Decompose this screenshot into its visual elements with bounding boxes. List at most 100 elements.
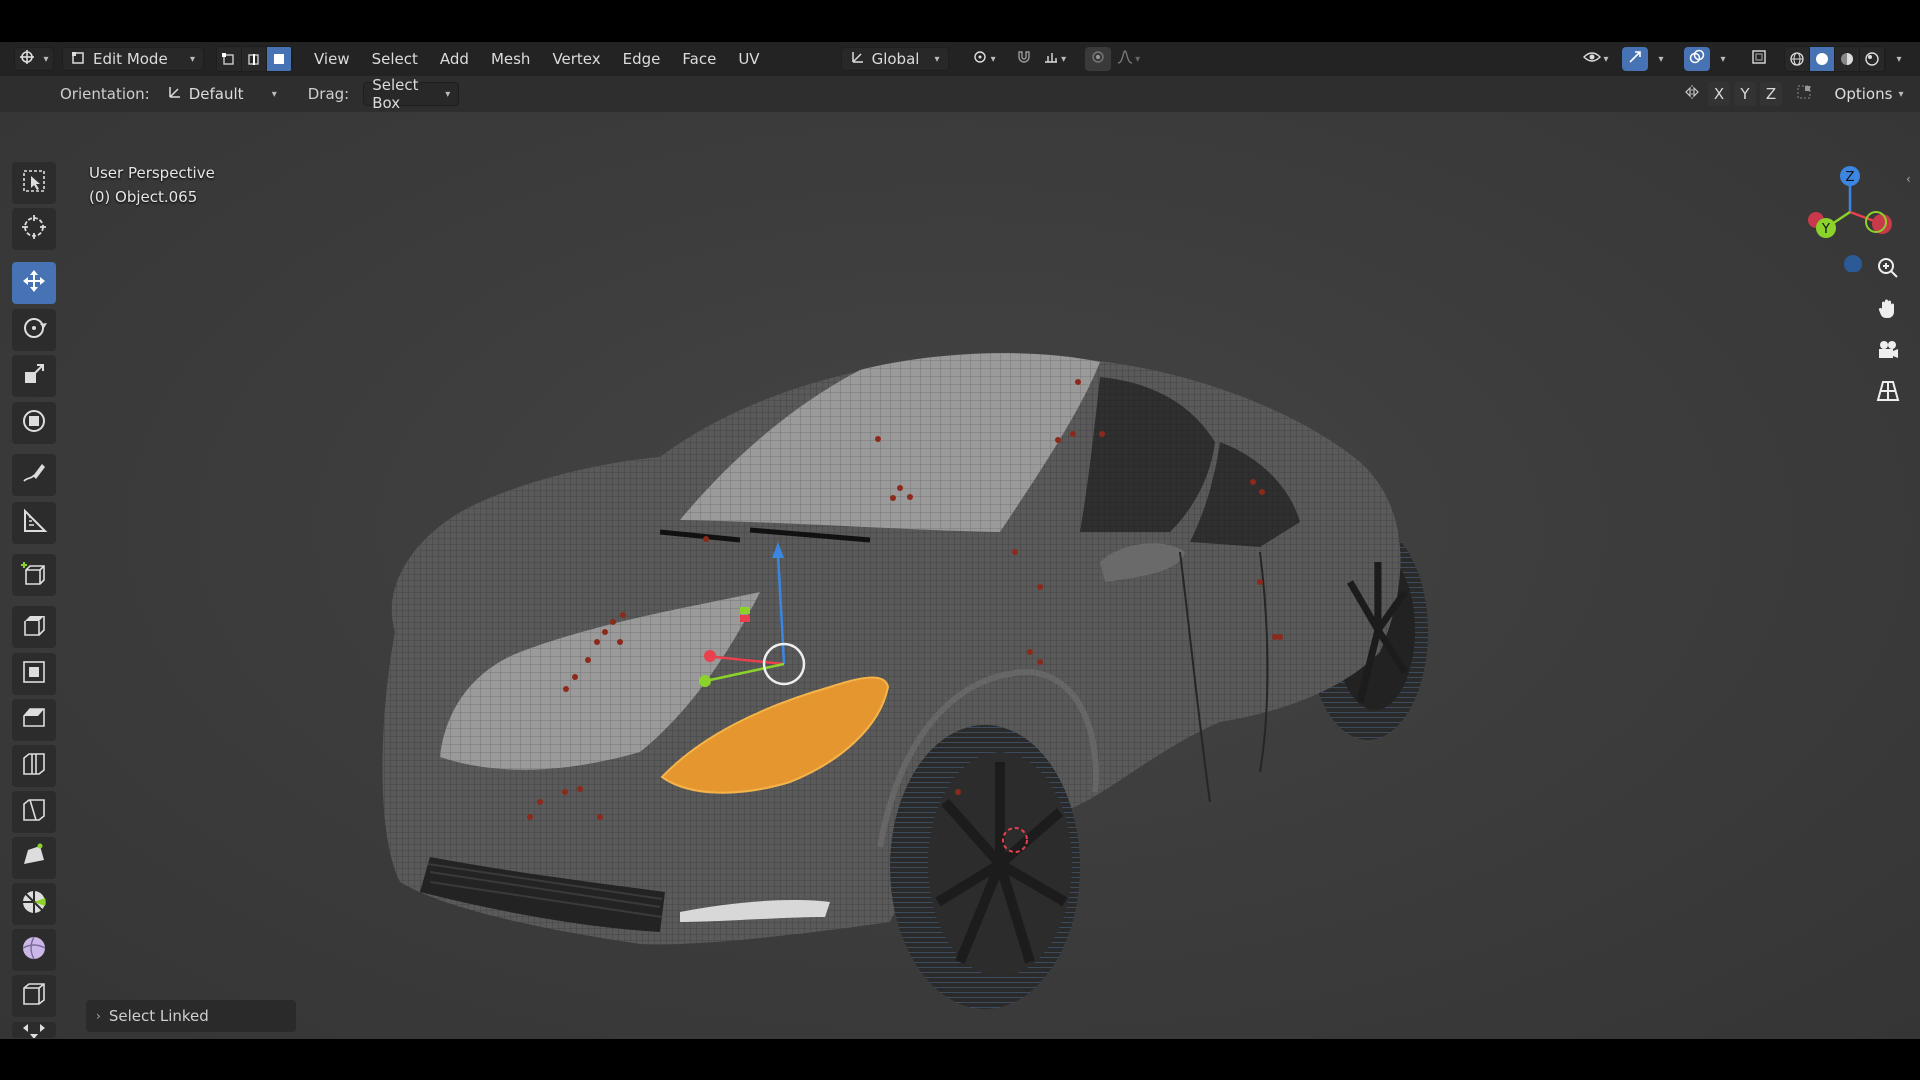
spin-icon bbox=[20, 888, 48, 920]
extrude-icon bbox=[20, 611, 48, 643]
gizmo-toggle[interactable] bbox=[1622, 47, 1648, 71]
camera-view-button[interactable] bbox=[1870, 334, 1906, 370]
edit-mode-icon bbox=[71, 49, 87, 69]
snap-target-dropdown[interactable]: ▾ bbox=[1037, 46, 1073, 72]
chevron-down-icon: ▾ bbox=[990, 53, 996, 65]
tool-knife[interactable] bbox=[12, 791, 56, 833]
edge-slide-icon bbox=[20, 980, 48, 1012]
sidebar-toggle-icon[interactable]: ‹ bbox=[1906, 172, 1911, 186]
solid-shading-icon[interactable] bbox=[1810, 47, 1835, 71]
mode-dropdown[interactable]: Edit Mode ▾ bbox=[62, 47, 204, 71]
options-dropdown[interactable]: Options ▾ bbox=[1828, 82, 1910, 106]
overlay-dropdown[interactable]: ▾ bbox=[1714, 46, 1732, 72]
move-icon bbox=[20, 267, 48, 299]
3d-viewport[interactable]: User Perspective (0) Object.065 Z Y ‹ bbox=[0, 112, 1920, 1039]
mirror-icon bbox=[1684, 84, 1700, 104]
mirror-y-toggle[interactable]: Y bbox=[1734, 82, 1756, 106]
material-shading-icon[interactable] bbox=[1835, 47, 1860, 71]
tool-poly-build[interactable] bbox=[12, 837, 56, 879]
mirror-x-toggle[interactable]: X bbox=[1708, 82, 1730, 106]
zoom-button[interactable] bbox=[1870, 252, 1906, 288]
poly-build-icon bbox=[20, 842, 48, 874]
gizmo-icon bbox=[1627, 49, 1643, 69]
chevron-down-icon: ▾ bbox=[1898, 88, 1904, 100]
orientation-dropdown[interactable]: Default ▾ bbox=[157, 82, 286, 106]
rendered-shading-icon[interactable] bbox=[1860, 47, 1885, 71]
falloff-dropdown[interactable]: ▾ bbox=[1111, 46, 1147, 72]
menu-view[interactable]: View bbox=[303, 45, 361, 73]
transform-orientation-label: Global bbox=[871, 50, 920, 68]
tool-spin[interactable] bbox=[12, 883, 56, 925]
visibility-icon bbox=[1583, 50, 1602, 68]
face-select-icon[interactable] bbox=[267, 47, 292, 71]
tool-inset[interactable] bbox=[12, 653, 56, 695]
header-right-group: ▾ ▾ ▾ ▾ bbox=[1578, 46, 1908, 72]
menu-mesh[interactable]: Mesh bbox=[480, 45, 542, 73]
orientation-axes-icon bbox=[167, 84, 183, 104]
pan-hand-icon bbox=[1876, 297, 1900, 325]
rotate-icon bbox=[20, 314, 48, 346]
edge-select-icon[interactable] bbox=[242, 47, 267, 71]
tool-move[interactable] bbox=[12, 262, 56, 304]
tool-rotate[interactable] bbox=[12, 309, 56, 351]
topology-mirror-icon bbox=[1796, 84, 1812, 104]
pan-button[interactable] bbox=[1870, 293, 1906, 329]
vertex-select-icon[interactable] bbox=[217, 47, 242, 71]
tool-select-box[interactable] bbox=[12, 162, 56, 204]
orientation-axes-icon bbox=[850, 49, 866, 69]
tool-extrude[interactable] bbox=[12, 606, 56, 648]
shading-mode-group bbox=[1784, 46, 1886, 72]
menu-select[interactable]: Select bbox=[361, 45, 429, 73]
overlay-toggle[interactable] bbox=[1684, 47, 1710, 71]
pivot-point-dropdown[interactable]: ▾ bbox=[965, 46, 1003, 72]
gizmo-dropdown[interactable]: ▾ bbox=[1652, 46, 1670, 72]
drag-dropdown[interactable]: Select Box ▾ bbox=[363, 76, 460, 112]
tool-smooth[interactable] bbox=[12, 929, 56, 971]
mirror-z-toggle[interactable]: Z bbox=[1760, 82, 1782, 106]
chevron-down-icon: ▾ bbox=[445, 88, 451, 100]
tool-loop-cut[interactable] bbox=[12, 745, 56, 787]
menu-vertex[interactable]: Vertex bbox=[541, 45, 611, 73]
tool-add-cube[interactable] bbox=[12, 554, 56, 596]
chevron-down-icon: ▾ bbox=[1658, 53, 1664, 65]
menu-uv[interactable]: UV bbox=[727, 45, 770, 73]
snap-toggle[interactable] bbox=[1011, 46, 1037, 72]
tool-transform[interactable] bbox=[12, 402, 56, 444]
tool-scale[interactable] bbox=[12, 355, 56, 397]
options-label: Options bbox=[1834, 85, 1893, 103]
proportional-editing-toggle[interactable] bbox=[1084, 47, 1111, 71]
shading-dropdown[interactable]: ▾ bbox=[1890, 46, 1908, 72]
tool-settings-bar: Orientation: Default ▾ Drag: Select Box … bbox=[0, 76, 1920, 112]
tool-edge-slide[interactable] bbox=[12, 975, 56, 1017]
tool-measure[interactable] bbox=[12, 502, 56, 544]
car-mesh-model[interactable] bbox=[0, 112, 1920, 1039]
tool-bevel[interactable] bbox=[12, 699, 56, 741]
editor-type-button[interactable]: ▾ bbox=[14, 47, 54, 71]
wireframe-shading-icon[interactable] bbox=[1785, 47, 1810, 71]
xray-toggle[interactable] bbox=[1746, 47, 1772, 71]
menu-edge[interactable]: Edge bbox=[612, 45, 672, 73]
last-operator-label: Select Linked bbox=[108, 1007, 209, 1025]
chevron-down-icon: ▾ bbox=[1720, 53, 1726, 65]
tool-cursor[interactable] bbox=[12, 208, 56, 250]
tool-settings-right: X Y Z Options ▾ bbox=[1680, 82, 1910, 106]
menu-face[interactable]: Face bbox=[671, 45, 727, 73]
tool-shrink-fatten[interactable] bbox=[12, 1022, 56, 1038]
overlay-icon bbox=[1689, 49, 1705, 69]
perspective-toggle-button[interactable] bbox=[1870, 375, 1906, 411]
chevron-down-icon: ▾ bbox=[934, 53, 940, 65]
transform-orientation-dropdown[interactable]: Global ▾ bbox=[840, 47, 949, 71]
orientation-label: Orientation: bbox=[60, 85, 150, 103]
tool-annotate[interactable] bbox=[12, 454, 56, 496]
chevron-down-icon: ▾ bbox=[1603, 53, 1609, 65]
smooth-icon bbox=[20, 934, 48, 966]
chevron-down-icon: ▾ bbox=[43, 53, 49, 65]
menu-add[interactable]: Add bbox=[429, 45, 480, 73]
xray-icon bbox=[1751, 49, 1767, 69]
bevel-icon bbox=[20, 704, 48, 736]
topology-mirror-toggle[interactable] bbox=[1792, 82, 1816, 106]
mirror-toggle[interactable] bbox=[1680, 82, 1704, 106]
last-operator-panel[interactable]: › Select Linked bbox=[86, 1000, 296, 1032]
chevron-right-icon: › bbox=[96, 1009, 101, 1023]
visibility-dropdown[interactable]: ▾ bbox=[1578, 46, 1614, 72]
